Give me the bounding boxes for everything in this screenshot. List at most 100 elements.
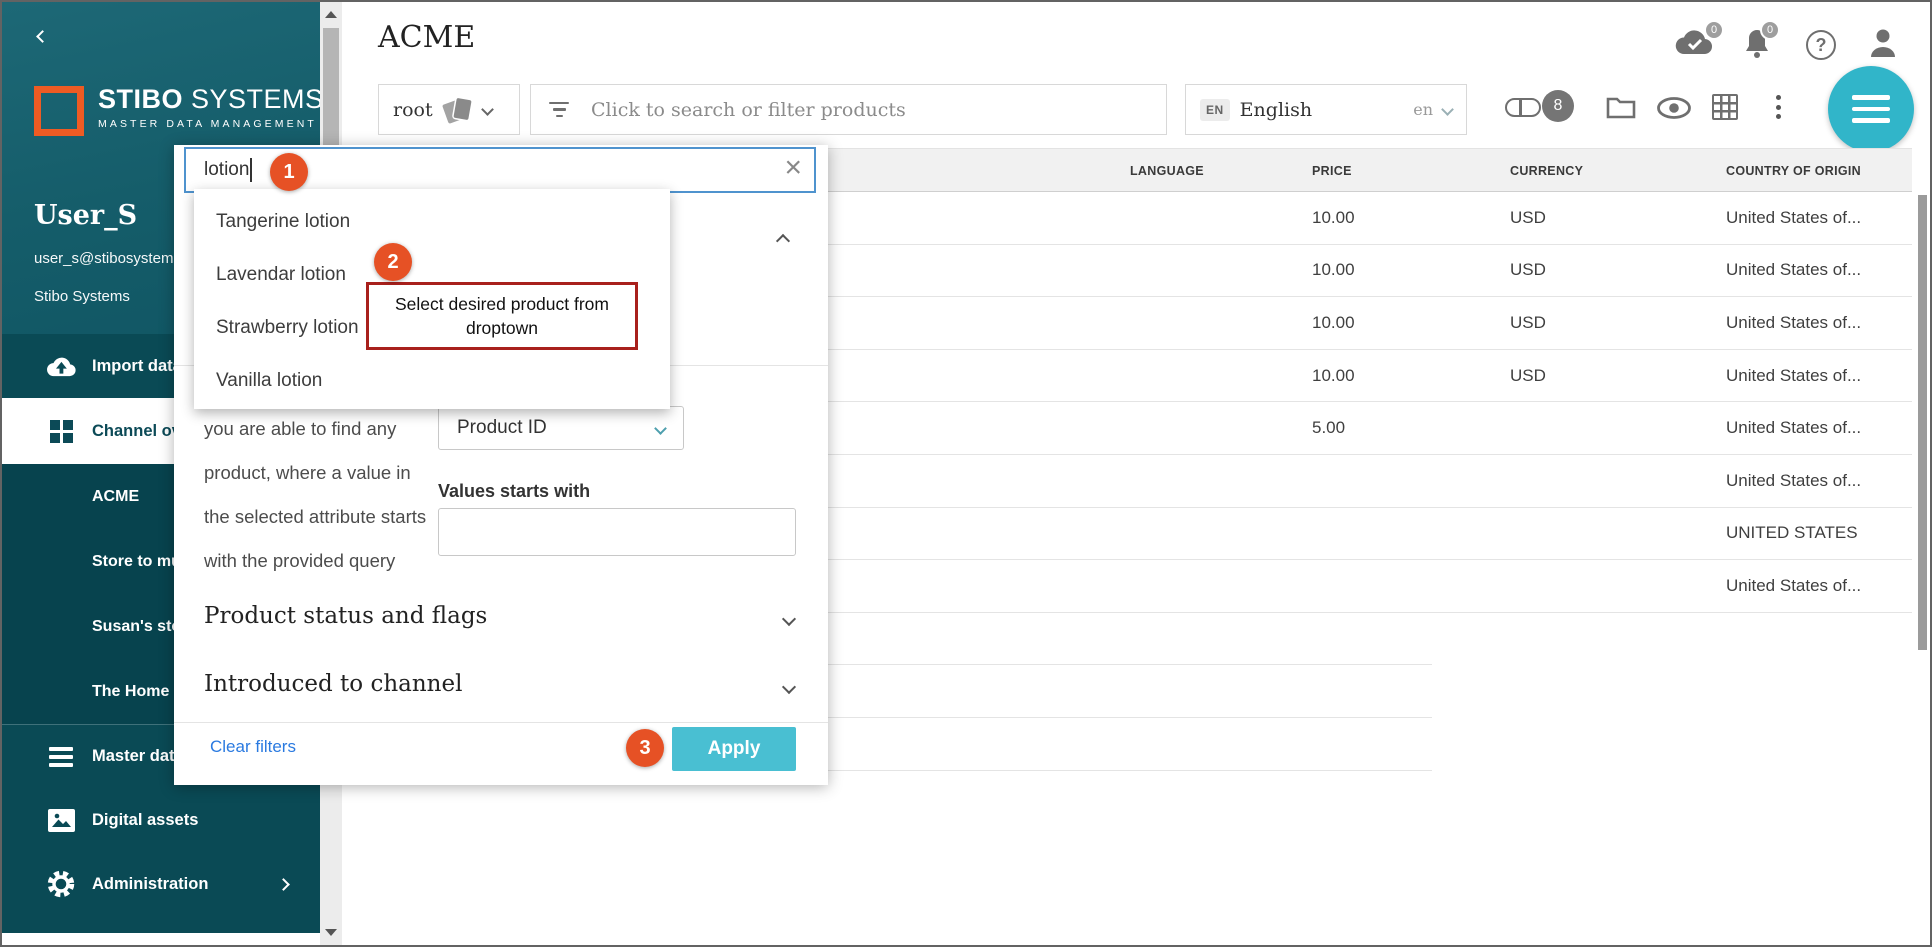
callout-line2: droptown — [466, 316, 538, 341]
sidebar-item-digital-assets[interactable]: Digital assets — [2, 788, 320, 852]
sync-badge: 0 — [1704, 20, 1724, 40]
app-window: STIBO SYSTEMS MASTER DATA MANAGEMENT Use… — [0, 0, 1932, 947]
cards-icon — [443, 95, 473, 125]
description-line: product, where a value in — [204, 451, 426, 495]
user-name: User_S — [34, 200, 137, 231]
help-button[interactable]: ? — [1806, 30, 1836, 60]
link-toggle-button[interactable] — [1505, 98, 1541, 117]
section-introduced: Introduced to channel — [204, 671, 462, 697]
search-description: you are able to find anyproduct, where a… — [204, 407, 426, 583]
page-title: ACME — [378, 20, 475, 55]
apply-button[interactable]: Apply — [672, 727, 796, 771]
brand-bold: STIBO — [98, 84, 183, 114]
cell-price: 10.00 — [1312, 350, 1355, 402]
dashboard-grid-icon — [46, 416, 76, 446]
menu-fab-button[interactable] — [1828, 66, 1914, 152]
chevron-right-icon — [277, 878, 290, 891]
table-view-button[interactable] — [1712, 94, 1738, 120]
values-input[interactable] — [438, 508, 796, 556]
callout-line1: Select desired product from — [395, 292, 609, 317]
context-selector[interactable]: root — [378, 84, 520, 135]
preview-button[interactable] — [1657, 97, 1691, 124]
annotation-callout: Select desired product from droptown — [366, 282, 638, 350]
cell-country: United States of... — [1726, 245, 1861, 297]
annotation-step-1: 1 — [270, 153, 308, 191]
attribute-selector[interactable]: Product ID — [438, 406, 684, 450]
cell-country: UNITED STATES — [1726, 508, 1858, 560]
section-product-status: Product status and flags — [204, 603, 487, 629]
chevron-down-icon — [1441, 103, 1454, 116]
cell-currency: USD — [1510, 245, 1546, 297]
cell-country: United States of... — [1726, 297, 1861, 349]
logo-square-icon — [34, 86, 84, 136]
column-header-language[interactable]: LANGUAGE — [1130, 149, 1204, 193]
search-placeholder: Click to search or filter products — [591, 99, 906, 121]
account-button[interactable] — [1870, 28, 1896, 63]
cell-price: 10.00 — [1312, 192, 1355, 244]
filter-icon — [549, 102, 569, 118]
expand-product-status-button[interactable] — [784, 611, 794, 629]
cell-currency: USD — [1510, 297, 1546, 349]
chevron-left-icon — [36, 30, 49, 43]
mapped-count-badge: 8 — [1542, 90, 1574, 122]
suggestion-item[interactable]: Vanilla lotion — [194, 354, 670, 407]
column-header-price[interactable]: PRICE — [1312, 149, 1352, 193]
link-toggle-icon — [1505, 98, 1541, 117]
list-icon — [46, 742, 76, 772]
close-icon[interactable]: × — [784, 153, 802, 183]
attribute-selector-value: Product ID — [457, 417, 547, 439]
cloud-upload-icon — [46, 351, 76, 381]
eye-icon — [1657, 97, 1691, 119]
sidebar-item-administration[interactable]: Administration — [2, 852, 320, 916]
description-line: the selected attribute starts — [204, 495, 426, 539]
notification-badge: 0 — [1760, 20, 1780, 40]
cell-country: United States of... — [1726, 192, 1861, 244]
cell-country: United States of... — [1726, 455, 1861, 507]
chevron-down-icon — [782, 612, 796, 626]
cell-price: 10.00 — [1312, 297, 1355, 349]
product-search-input[interactable]: Click to search or filter products — [530, 84, 1167, 135]
image-icon — [46, 805, 76, 835]
column-header-currency[interactable]: CURRENCY — [1510, 149, 1583, 193]
chevron-up-icon — [776, 234, 790, 248]
chevron-down-icon — [782, 680, 796, 694]
cell-country: United States of... — [1726, 350, 1861, 402]
language-label: English — [1240, 99, 1414, 121]
clear-filters-link[interactable]: Clear filters — [210, 737, 296, 757]
cell-country: United States of... — [1726, 560, 1861, 612]
user-icon — [1870, 28, 1896, 58]
cell-price: 10.00 — [1312, 245, 1355, 297]
annotation-step-2: 2 — [374, 243, 412, 281]
cell-price: 5.00 — [1312, 402, 1345, 454]
cell-currency: USD — [1510, 350, 1546, 402]
footer-divider — [174, 722, 828, 723]
brand-light: SYSTEMS — [191, 84, 320, 114]
filter-panel: lotion × you are able to find anyproduct… — [174, 145, 828, 785]
values-label: Values starts with — [438, 481, 590, 502]
hamburger-icon — [1852, 95, 1890, 100]
table-grid-icon — [1712, 94, 1738, 120]
notifications-button[interactable]: 0 — [1744, 28, 1770, 63]
sidebar-collapse-button[interactable] — [38, 28, 60, 50]
stibo-logo: STIBO SYSTEMS MASTER DATA MANAGEMENT — [34, 84, 320, 136]
description-line: you are able to find any — [204, 407, 426, 451]
suggestion-item[interactable]: Tangerine lotion — [194, 195, 670, 248]
filter-search-value: lotion — [204, 159, 249, 181]
language-short: en — [1413, 100, 1433, 119]
language-code-badge: EN — [1200, 99, 1230, 121]
help-icon: ? — [1806, 30, 1836, 60]
context-selector-value: root — [393, 99, 433, 121]
collapse-section-button[interactable] — [778, 233, 788, 251]
gear-icon — [46, 869, 76, 899]
scroll-up-arrow-icon[interactable] — [325, 11, 337, 18]
expand-introduced-button[interactable] — [784, 679, 794, 697]
language-selector[interactable]: EN English en — [1185, 84, 1467, 135]
table-scrollbar-thumb[interactable] — [1918, 195, 1927, 650]
more-options-button[interactable] — [1776, 95, 1781, 119]
sync-status-button[interactable]: 0 — [1674, 28, 1714, 61]
cell-country: United States of... — [1726, 402, 1861, 454]
scroll-down-arrow-icon[interactable] — [325, 929, 337, 936]
column-header-country[interactable]: COUNTRY OF ORIGIN — [1726, 149, 1861, 193]
annotation-step-3: 3 — [626, 729, 664, 767]
chevron-down-icon — [654, 422, 667, 435]
